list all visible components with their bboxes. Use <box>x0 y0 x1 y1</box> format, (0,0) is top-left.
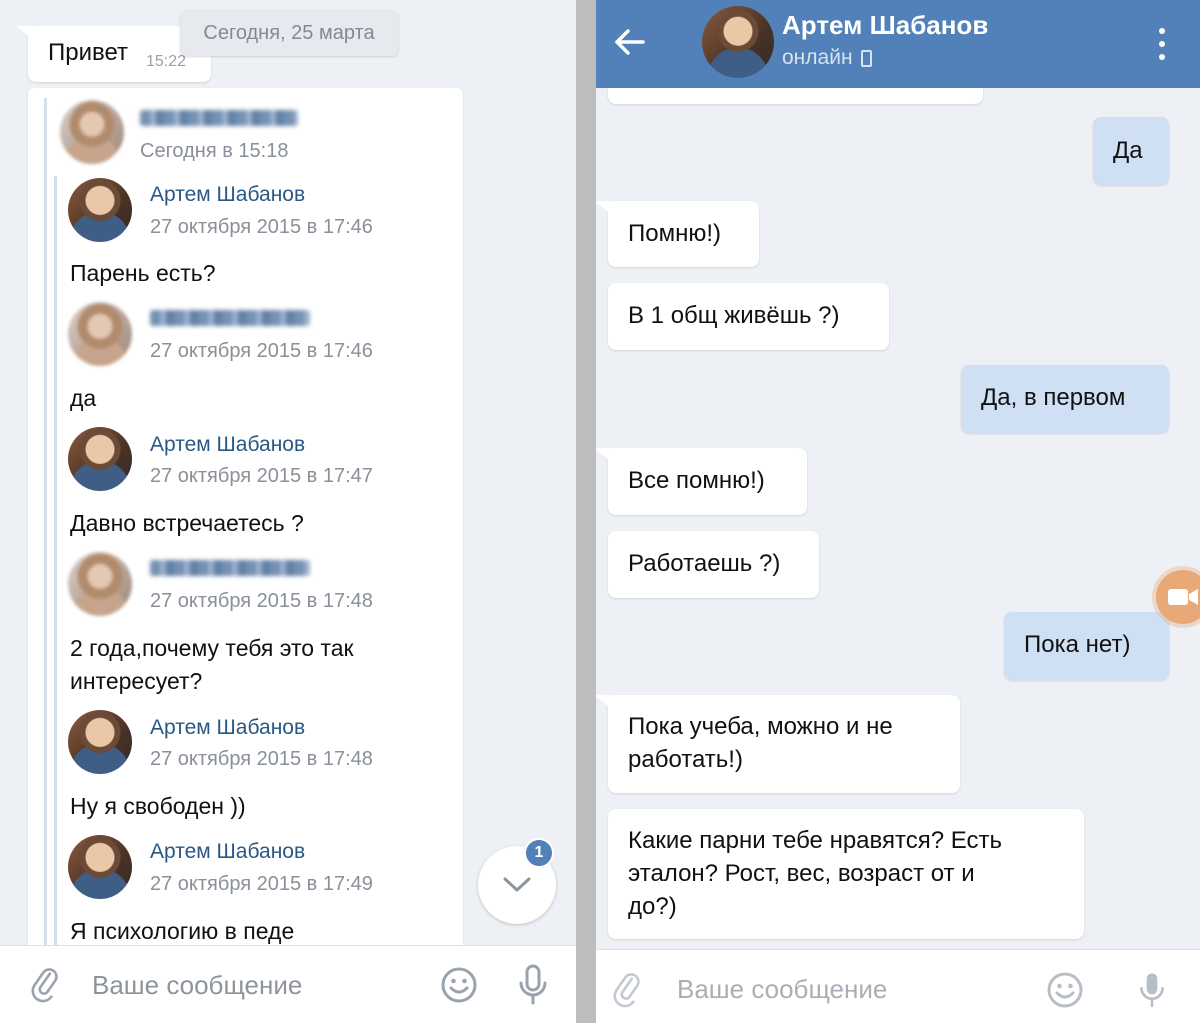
arrow-left-icon <box>615 29 645 55</box>
compose-bar: Ваше сообщение <box>0 945 576 1023</box>
message-bubble-incoming[interactable]: В 1 общ живёшь ?) <box>608 283 889 350</box>
message-text: эталон? Рост, вес, возраст от и <box>628 860 975 887</box>
blurred-author-name <box>150 560 310 576</box>
message-text: Ну я свободен )) <box>70 793 246 819</box>
emoji-button[interactable] <box>1044 970 1086 1010</box>
message-text: Давно встречаетесь ? <box>70 510 304 536</box>
message-timestamp: 27 октября 2015 в 17:46 <box>150 216 373 238</box>
message-text: Работаешь ?) <box>628 550 781 577</box>
microphone-icon <box>1140 973 1164 1008</box>
bubble-tail <box>596 448 612 462</box>
bubble-tail <box>16 26 34 40</box>
message-bubble-outgoing[interactable]: Да <box>1093 117 1169 185</box>
message-bubble-incoming[interactable]: Какие парни тебе нравятся? Есть эталон? … <box>608 809 1084 939</box>
attach-button[interactable] <box>26 964 66 1006</box>
unread-count-badge: 1 <box>524 838 554 868</box>
date-separator: Сегодня, 25 марта <box>180 10 398 56</box>
forwarded-messages-card[interactable]: Сегодня в 15:18 Артем Шабанов 27 октября… <box>28 88 463 958</box>
smiley-icon <box>1047 972 1083 1008</box>
message-text: Привет <box>48 39 129 66</box>
paperclip-icon <box>613 973 640 1008</box>
message-text: Какие парни тебе нравятся? Есть <box>628 827 1002 854</box>
contact-avatar[interactable] <box>702 6 774 78</box>
blurred-author-name <box>150 310 310 326</box>
avatar[interactable] <box>68 835 132 899</box>
chevron-down-icon <box>503 877 531 892</box>
dot <box>1159 54 1165 60</box>
microphone-icon <box>519 964 547 1005</box>
message-text: Да, в первом <box>981 384 1126 411</box>
message-text: Я психологию в педе <box>70 918 295 944</box>
contact-name[interactable]: Артем Шабанов <box>782 10 988 41</box>
mobile-phone-icon <box>860 49 872 67</box>
message-timestamp: 27 октября 2015 в 17:47 <box>150 465 373 487</box>
bubble-tail <box>596 201 612 215</box>
message-text: интересует? <box>70 668 203 694</box>
message-text: Все помню!) <box>628 467 765 494</box>
blurred-author-name <box>140 110 298 126</box>
message-text: Да <box>1113 137 1143 164</box>
message-text: до?) <box>628 893 677 920</box>
more-options-button[interactable] <box>1152 24 1172 64</box>
left-chat-pane: Привет 15:22 Сегодня, 25 марта Сегодня в… <box>0 0 576 1023</box>
message-input[interactable]: Ваше сообщение <box>92 970 302 1001</box>
voice-message-button[interactable] <box>512 962 554 1008</box>
message-input[interactable]: Ваше сообщение <box>677 974 887 1005</box>
author-name[interactable]: Артем Шабанов <box>150 433 305 457</box>
attach-button[interactable] <box>608 970 648 1010</box>
author-name[interactable]: Артем Шабанов <box>150 840 305 864</box>
message-text: Пока учеба, можно и не <box>628 713 893 740</box>
forward-indicator-bar <box>44 98 47 958</box>
message-bubble-incoming[interactable]: Пока учеба, можно и не работать!) <box>596 695 960 793</box>
message-text: Парень есть? <box>70 260 216 286</box>
message-time: 15:22 <box>146 53 187 70</box>
compose-bar: Ваше сообщение <box>596 949 1200 1023</box>
emoji-button[interactable] <box>438 964 480 1006</box>
pane-divider <box>576 0 596 1023</box>
chat-header: Артем Шабанов онлайн <box>596 0 1200 88</box>
back-button[interactable] <box>612 24 648 60</box>
author-name[interactable]: Артем Шабанов <box>150 183 305 207</box>
video-camera-icon <box>1168 589 1198 605</box>
message-bubble-incoming[interactable]: Помню!) <box>596 201 759 267</box>
message-text: Помню!) <box>628 220 722 247</box>
forward-indicator-bar <box>54 176 57 956</box>
dot <box>1159 28 1165 34</box>
avatar[interactable] <box>68 427 132 491</box>
avatar[interactable] <box>68 302 132 366</box>
paperclip-icon <box>31 968 58 1003</box>
avatar[interactable] <box>68 178 132 242</box>
message-timestamp: 27 октября 2015 в 17:48 <box>150 590 373 612</box>
message-text: да <box>70 385 97 411</box>
message-text: работать!) <box>628 746 743 773</box>
avatar[interactable] <box>60 100 124 164</box>
message-text: Пока нет) <box>1024 631 1131 658</box>
message-bubble-outgoing[interactable]: Да, в первом <box>961 365 1169 433</box>
right-chat-pane: Да Помню!) В 1 общ живёшь ?) Да, в перво… <box>596 0 1200 1023</box>
online-status: онлайн <box>782 46 872 70</box>
message-timestamp: Сегодня в 15:18 <box>140 140 289 162</box>
message-bubble-outgoing[interactable]: Пока нет) <box>1004 612 1169 680</box>
message-timestamp: 27 октября 2015 в 17:46 <box>150 340 373 362</box>
message-text: 2 года,почему тебя это так <box>70 635 354 661</box>
avatar[interactable] <box>68 710 132 774</box>
message-timestamp: 27 октября 2015 в 17:49 <box>150 873 373 895</box>
message-bubble-incoming[interactable]: Работаешь ?) <box>608 531 819 598</box>
message-text: В 1 общ живёшь ?) <box>628 302 840 329</box>
author-name[interactable]: Артем Шабанов <box>150 716 305 740</box>
message-bubble-incoming[interactable]: Все помню!) <box>596 448 807 515</box>
bubble-tail <box>596 695 612 709</box>
voice-message-button[interactable] <box>1132 968 1172 1012</box>
avatar[interactable] <box>68 552 132 616</box>
smiley-icon <box>441 967 477 1003</box>
status-text: онлайн <box>782 46 853 69</box>
message-timestamp: 27 октября 2015 в 17:48 <box>150 748 373 770</box>
dot <box>1159 41 1165 47</box>
